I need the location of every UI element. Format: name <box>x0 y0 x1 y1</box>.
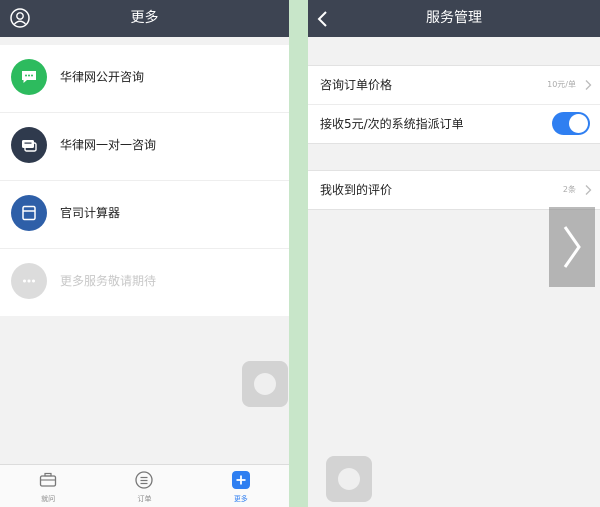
assigned-orders-toggle[interactable] <box>552 112 590 135</box>
settings-group-orders: 咨询订单价格 10元/单 接收5元/次的系统指派订单 <box>308 65 600 144</box>
tab-orders[interactable]: 订单 <box>96 465 192 507</box>
list-icon <box>135 471 154 489</box>
chevron-right-icon <box>585 80 592 90</box>
row-system-assigned-orders: 接收5元/次的系统指派订单 <box>308 105 600 143</box>
service-menu: 华律网公开咨询 华律网一对一咨询 官司计算器 更多服务敬请期待 <box>0 45 289 316</box>
row-my-reviews[interactable]: 我收到的评价 2条 <box>308 171 600 209</box>
toggle-knob <box>569 114 588 133</box>
settings-group-reviews: 我收到的评价 2条 <box>308 170 600 210</box>
chevron-right-icon <box>563 226 581 268</box>
menu-label: 官司计算器 <box>60 206 121 220</box>
menu-item-lawsuit-calculator[interactable]: 官司计算器 <box>0 181 289 249</box>
menu-label: 华律网公开咨询 <box>60 70 145 84</box>
floating-assistive-button[interactable] <box>242 361 288 407</box>
navbar: 更多 <box>0 0 289 37</box>
row-consult-order-price[interactable]: 咨询订单价格 10元/单 <box>308 66 600 105</box>
row-label: 接收5元/次的系统指派订单 <box>320 117 464 131</box>
floating-assistive-button[interactable] <box>326 456 372 502</box>
more-screen: 更多 华律网公开咨询 华律网一对一咨询 官司计算器 更多服务敬请期待 就问 订单… <box>0 0 289 507</box>
tab-label: 更多 <box>233 495 248 503</box>
tab-bar: 就问 订单 更多 <box>0 464 289 507</box>
row-value: 10元/单 <box>547 80 576 89</box>
calculator-icon <box>11 195 47 231</box>
row-label: 我收到的评价 <box>320 183 393 197</box>
row-label: 咨询订单价格 <box>320 78 393 92</box>
menu-label: 华律网一对一咨询 <box>60 138 157 152</box>
menu-label: 更多服务敬请期待 <box>60 274 157 288</box>
chat-bubble-icon <box>11 59 47 95</box>
plus-icon <box>231 471 250 489</box>
chevron-right-icon <box>585 185 592 195</box>
more-dots-icon <box>11 263 47 299</box>
page-title: 更多 <box>130 10 159 26</box>
briefcase-icon <box>40 472 57 487</box>
consult-icon <box>11 127 47 163</box>
menu-item-one-on-one-consult[interactable]: 华律网一对一咨询 <box>0 113 289 181</box>
tab-more[interactable]: 更多 <box>193 465 289 507</box>
row-value: 2条 <box>562 185 576 194</box>
tab-label: 就问 <box>41 495 56 503</box>
navbar: 服务管理 <box>308 0 600 37</box>
tab-ask[interactable]: 就问 <box>0 465 96 507</box>
menu-item-more-coming: 更多服务敬请期待 <box>0 249 289 316</box>
tab-label: 订单 <box>137 495 152 503</box>
menu-item-public-consult[interactable]: 华律网公开咨询 <box>0 45 289 113</box>
carousel-next-button[interactable] <box>549 207 595 287</box>
page-title: 服务管理 <box>426 10 482 26</box>
